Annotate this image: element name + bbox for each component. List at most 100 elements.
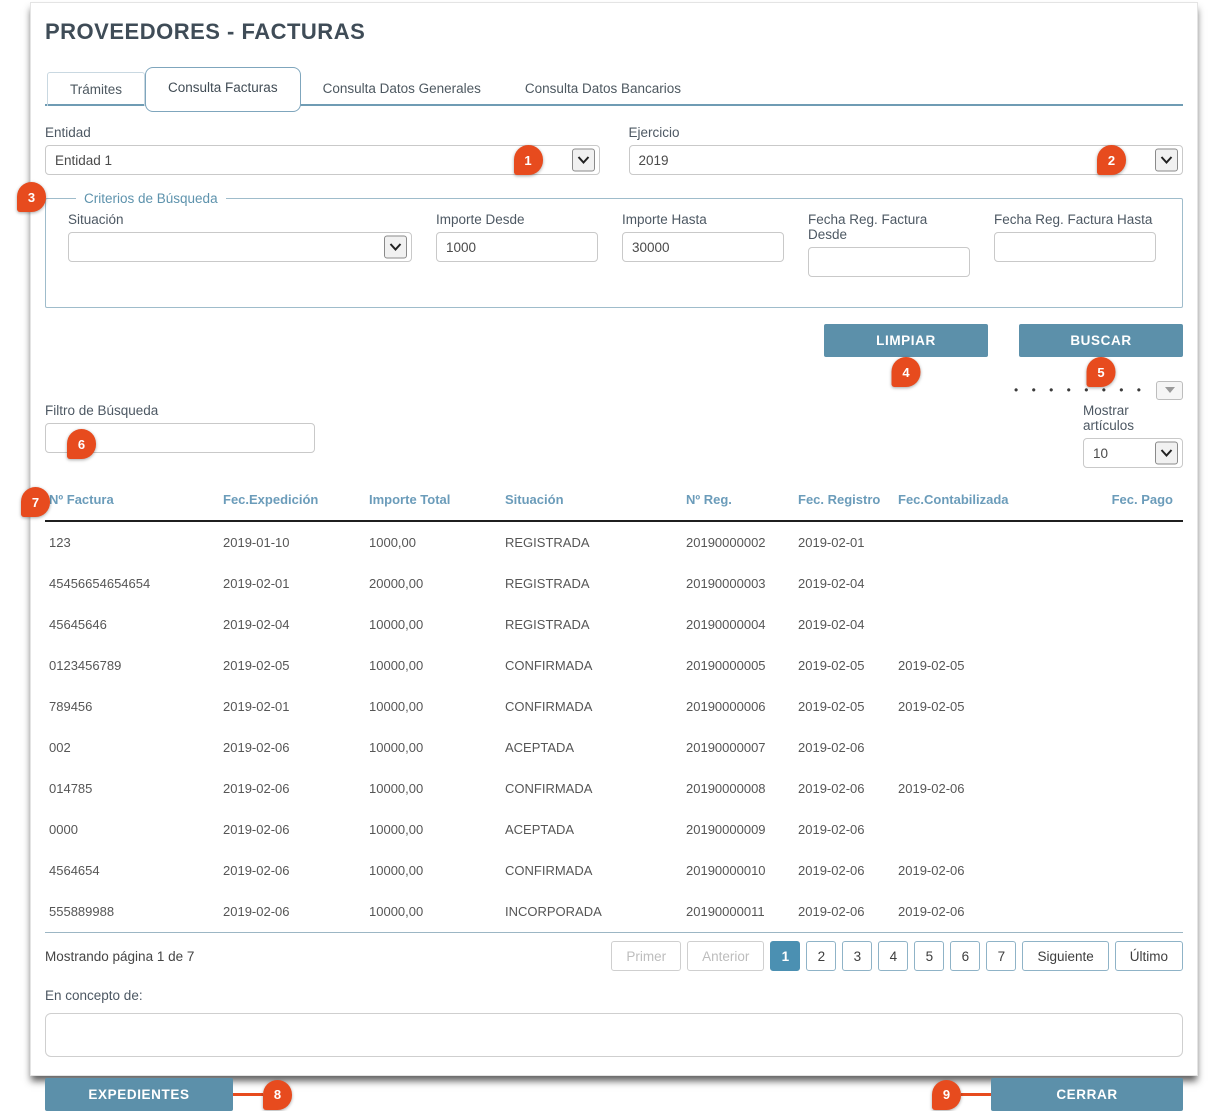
cell-fec-contabilizada	[894, 604, 1094, 645]
cell-importe-total: 10000,00	[365, 686, 501, 727]
table-row[interactable]: 5558899882019-02-0610000,00INCORPORADA20…	[45, 891, 1183, 932]
table-row[interactable]: 01234567892019-02-0510000,00CONFIRMADA20…	[45, 645, 1183, 686]
situacion-select[interactable]	[68, 232, 412, 262]
entidad-selected-value: Entidad 1	[55, 153, 112, 168]
column-header-fec-expedicion[interactable]: Fec.Expedición	[219, 482, 365, 521]
pagination-page-6[interactable]: 6	[950, 941, 980, 971]
cell-num-reg: 20190000002	[682, 521, 794, 563]
pagination-page-5[interactable]: 5	[914, 941, 944, 971]
cell-fec-expedicion: 2019-02-06	[219, 768, 365, 809]
importe-desde-input[interactable]	[436, 232, 598, 262]
cell-num-factura: 555889988	[45, 891, 219, 932]
pagination-summary: Mostrando página 1 de 7	[45, 949, 194, 964]
facturas-table: Nº Factura Fec.Expedición Importe Total …	[45, 482, 1183, 932]
cell-importe-total: 10000,00	[365, 809, 501, 850]
entidad-select[interactable]: Entidad 1 1	[45, 145, 600, 175]
column-header-situacion[interactable]: Situación	[501, 482, 682, 521]
pagination-page-2[interactable]: 2	[806, 941, 836, 971]
cell-fec-registro: 2019-02-06	[794, 809, 894, 850]
fecha-reg-hasta-input[interactable]	[994, 232, 1156, 262]
pagination-page-1[interactable]: 1	[770, 941, 800, 971]
triangle-down-icon	[1165, 387, 1175, 393]
options-dropdown-button[interactable]	[1156, 381, 1183, 400]
cell-fec-pago	[1094, 686, 1183, 727]
expedientes-button[interactable]: EXPEDIENTES	[45, 1078, 233, 1111]
cell-fec-pago	[1094, 645, 1183, 686]
pagination-page-4[interactable]: 4	[878, 941, 908, 971]
cell-fec-contabilizada: 2019-02-06	[894, 768, 1094, 809]
cell-situacion: ACEPTADA	[501, 809, 682, 850]
table-header-row: Nº Factura Fec.Expedición Importe Total …	[45, 482, 1183, 521]
column-header-fec-pago[interactable]: Fec. Pago	[1094, 482, 1183, 521]
annotation-badge-5: 5	[1087, 357, 1116, 387]
pagination-page-3[interactable]: 3	[842, 941, 872, 971]
tab-consulta-datos-generales[interactable]: Consulta Datos Generales	[301, 72, 503, 105]
criterios-busqueda-fieldset: Criterios de Búsqueda Situación Importe …	[45, 191, 1183, 308]
cell-num-reg: 20190000011	[682, 891, 794, 932]
cell-num-reg: 20190000003	[682, 563, 794, 604]
filtro-busqueda-label: Filtro de Búsqueda	[45, 403, 315, 418]
cerrar-button[interactable]: CERRAR	[991, 1078, 1183, 1111]
annotation-badge-7: 7	[21, 487, 50, 517]
chevron-down-icon	[384, 236, 407, 259]
pagination-page-7[interactable]: 7	[986, 941, 1016, 971]
badge-connector-line	[961, 1093, 991, 1096]
table-row[interactable]: 7894562019-02-0110000,00CONFIRMADA201900…	[45, 686, 1183, 727]
cell-importe-total: 10000,00	[365, 727, 501, 768]
ejercicio-select[interactable]: 2019 2	[629, 145, 1184, 175]
buscar-button[interactable]: BUSCAR	[1019, 324, 1183, 357]
cell-fec-contabilizada: 2019-02-06	[894, 891, 1094, 932]
column-header-fec-contabilizada[interactable]: Fec.Contabilizada	[894, 482, 1094, 521]
column-header-num-reg[interactable]: Nº Reg.	[682, 482, 794, 521]
cell-fec-pago	[1094, 604, 1183, 645]
cell-fec-registro: 2019-02-04	[794, 563, 894, 604]
cell-importe-total: 10000,00	[365, 645, 501, 686]
table-row[interactable]: 1232019-01-101000,00REGISTRADA2019000000…	[45, 521, 1183, 563]
cell-fec-contabilizada: 2019-02-05	[894, 686, 1094, 727]
tab-tramites[interactable]: Trámites	[47, 72, 145, 106]
tab-consulta-facturas[interactable]: Consulta Facturas	[145, 67, 301, 112]
importe-hasta-input[interactable]	[622, 232, 784, 262]
cell-fec-expedicion: 2019-02-04	[219, 604, 365, 645]
table-row[interactable]: 456456462019-02-0410000,00REGISTRADA2019…	[45, 604, 1183, 645]
en-concepto-de-label: En concepto de:	[45, 988, 1183, 1003]
table-row[interactable]: 454566546546542019-02-0120000,00REGISTRA…	[45, 563, 1183, 604]
pagination-first-button[interactable]: Primer	[611, 941, 681, 971]
fecha-reg-desde-input[interactable]	[808, 247, 970, 277]
cell-fec-registro: 2019-02-06	[794, 768, 894, 809]
importe-desde-label: Importe Desde	[436, 212, 598, 227]
page-title: PROVEEDORES - FACTURAS	[45, 19, 1183, 45]
limpiar-button[interactable]: LIMPIAR	[824, 324, 988, 357]
cell-fec-pago	[1094, 809, 1183, 850]
annotation-badge-9: 9	[932, 1080, 961, 1110]
pagination-prev-button[interactable]: Anterior	[687, 941, 764, 971]
cell-situacion: INCORPORADA	[501, 891, 682, 932]
column-header-fec-registro[interactable]: Fec. Registro	[794, 482, 894, 521]
annotation-badge-6: 6	[67, 429, 96, 459]
pagination-next-button[interactable]: Siguiente	[1022, 941, 1108, 971]
cell-fec-contabilizada: 2019-02-06	[894, 850, 1094, 891]
cell-num-reg: 20190000007	[682, 727, 794, 768]
cell-num-reg: 20190000008	[682, 768, 794, 809]
cell-situacion: REGISTRADA	[501, 563, 682, 604]
table-row[interactable]: 0022019-02-0610000,00ACEPTADA20190000007…	[45, 727, 1183, 768]
table-row[interactable]: 45646542019-02-0610000,00CONFIRMADA20190…	[45, 850, 1183, 891]
table-row[interactable]: 00002019-02-0610000,00ACEPTADA2019000000…	[45, 809, 1183, 850]
criterios-busqueda-legend: Criterios de Búsqueda	[76, 191, 226, 206]
badge-connector-line	[233, 1093, 263, 1096]
tab-consulta-datos-bancarios[interactable]: Consulta Datos Bancarios	[503, 72, 703, 105]
cell-situacion: CONFIRMADA	[501, 850, 682, 891]
cell-fec-contabilizada	[894, 809, 1094, 850]
cell-fec-pago	[1094, 891, 1183, 932]
entidad-label: Entidad	[45, 125, 600, 140]
mostrar-articulos-select[interactable]: 10	[1083, 438, 1183, 468]
table-row[interactable]: 0147852019-02-0610000,00CONFIRMADA201900…	[45, 768, 1183, 809]
chevron-down-icon	[1155, 149, 1178, 172]
column-header-importe-total[interactable]: Importe Total	[365, 482, 501, 521]
pagination-last-button[interactable]: Último	[1115, 941, 1183, 971]
cell-num-factura: 014785	[45, 768, 219, 809]
column-header-num-factura[interactable]: Nº Factura	[45, 482, 219, 521]
mostrar-articulos-value: 10	[1093, 446, 1108, 461]
cell-fec-contabilizada: 2019-02-05	[894, 645, 1094, 686]
en-concepto-de-textarea[interactable]	[45, 1013, 1183, 1057]
